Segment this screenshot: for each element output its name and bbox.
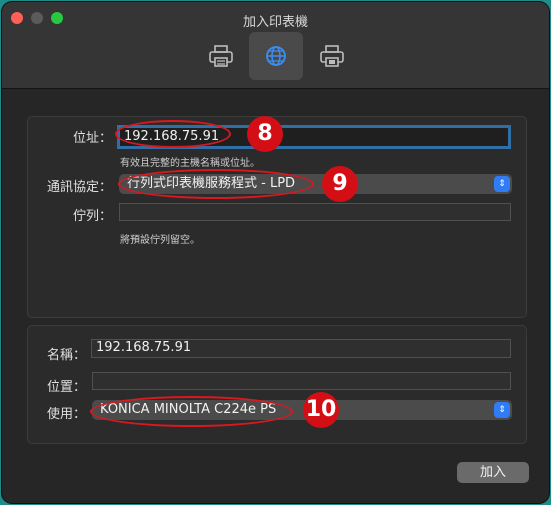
printer-info-panel: 名稱： 192.168.75.91 位置： 使用： KONICA MINOLTA…: [27, 325, 527, 444]
name-input[interactable]: 192.168.75.91: [91, 339, 511, 358]
ip-printer-tab[interactable]: [249, 32, 303, 80]
titlebar: 加入印表機: [2, 2, 549, 89]
add-printer-window: 加入印表機 位址： 192.168.75.91 有效且完整的主機名稱或位址。 通…: [2, 2, 549, 503]
annotation-number-9: 9: [322, 166, 358, 202]
window-title: 加入印表機: [242, 15, 308, 30]
chevron-updown-icon: ⇕: [494, 402, 510, 418]
address-label: 位址：: [72, 131, 112, 146]
queue-input[interactable]: [119, 203, 511, 221]
windows-printer-tab[interactable]: [305, 32, 359, 80]
location-label: 位置：: [46, 380, 86, 395]
annotation-number-10: 10: [303, 392, 339, 428]
annotation-oval-driver: [90, 396, 293, 427]
annotation-number-8: 8: [247, 116, 283, 152]
add-button[interactable]: 加入: [457, 462, 529, 483]
printer-folder-icon: [320, 45, 344, 67]
protocol-label: 通訊協定：: [46, 180, 112, 195]
use-label: 使用：: [46, 407, 86, 422]
location-input[interactable]: [92, 372, 511, 390]
default-printers-tab[interactable]: [194, 32, 248, 80]
chevron-updown-icon: ⇕: [494, 176, 510, 192]
queue-label: 佇列：: [72, 209, 112, 224]
name-label: 名稱：: [46, 348, 86, 363]
annotation-oval-address: [115, 120, 231, 148]
queue-hint: 將預設佇列留空。: [120, 235, 200, 246]
printer-icon: [209, 45, 233, 67]
address-hint: 有效且完整的主機名稱或位址。: [120, 158, 260, 169]
annotation-oval-protocol: [118, 169, 314, 199]
globe-icon: [266, 46, 286, 66]
